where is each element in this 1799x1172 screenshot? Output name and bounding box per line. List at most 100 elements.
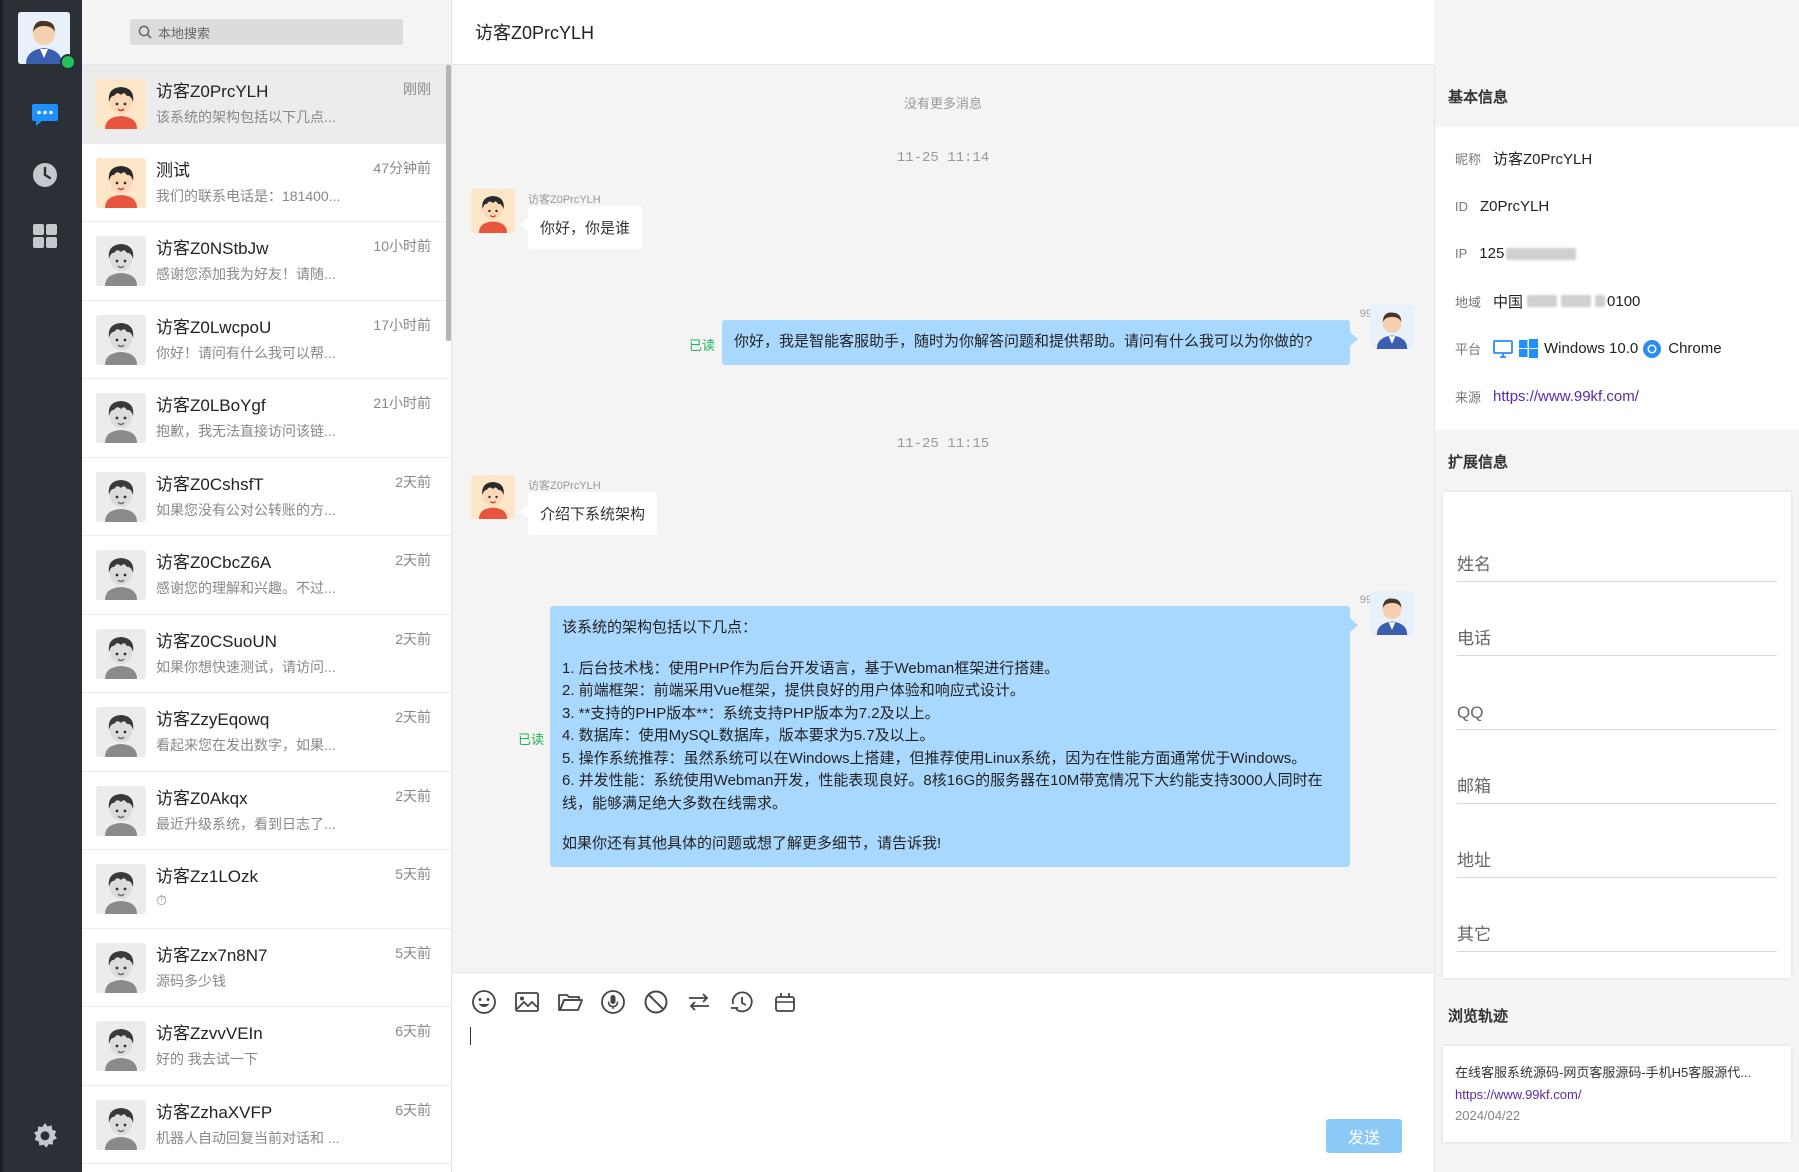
visitor-avatar [96, 314, 146, 365]
redacted-ip [1506, 247, 1577, 260]
ext-info-form: 姓名 电话 QQ 邮箱 地址 其它 [1443, 492, 1791, 978]
browse-track-item[interactable]: 在线客服系统源码-网页客服源码-手机H5客服源代... https://www.… [1443, 1046, 1791, 1142]
track-page-title: 在线客服系统源码-网页客服源码-手机H5客服源代... [1455, 1065, 1752, 1080]
conversation-preview: 机器人自动回复当前对话和 ... [156, 1129, 340, 1146]
nickname-label: 昵称 [1455, 152, 1482, 168]
conversation-time: 5天前 [395, 866, 431, 882]
source-row: 来源 https://www.99kf.com/ [1435, 373, 1799, 421]
message-bubble[interactable]: 你好，我是智能客服助手，随时为你解答问题和提供帮助。请问有什么我可以为你做的? [722, 320, 1358, 365]
conversation-name: 访客ZzyEqowq [156, 710, 270, 729]
email-field[interactable]: 邮箱 [1457, 730, 1777, 804]
redacted-region [1527, 295, 1558, 308]
search-placeholder: 本地搜索 [158, 25, 211, 41]
conversation-item[interactable]: 访客Zz1LOzk 5天前 ⏱ [82, 850, 451, 929]
conversation-item[interactable]: 访客Z0Akqx 2天前 最近升级系统，看到日志了... [82, 772, 451, 850]
chrome-icon [1643, 339, 1662, 358]
conversation-item[interactable]: 访客Z0CshsfT 2天前 如果您没有公对公转账的方... [82, 458, 451, 536]
desktop-icon [1493, 339, 1513, 358]
folder-icon[interactable] [555, 987, 585, 1017]
visitor-avatar [96, 942, 146, 993]
conversation-list: 本地搜索 访客Z0PrcYLH 刚刚 该系统的架构包括以下几点... 测试 47分钟前我… [82, 0, 452, 1172]
search-input[interactable]: 本地搜索 [130, 19, 403, 45]
conversation-preview: ⏱ [156, 892, 167, 908]
conversation-item[interactable]: 访客Zzx7n8N7 5天前 源码多少钱 [82, 929, 451, 1007]
message-bubble[interactable]: 你好，你是谁 [519, 206, 643, 249]
address-field[interactable]: 地址 [1457, 804, 1777, 878]
conversation-item[interactable]: 访客Z0NStbJw 10小时前 感谢您添加我为好友！请随... [82, 222, 451, 301]
conversation-time: 2天前 [395, 630, 431, 647]
timestamp: 11-25 11:14 [896, 150, 990, 166]
emoji-icon[interactable] [469, 987, 499, 1017]
visitor-avatar [471, 475, 515, 519]
message-bubble[interactable]: 介绍下系统架构 [519, 492, 658, 535]
conversation-name: 访客Z0LwcpoU [156, 317, 272, 337]
region-suffix: 0100 [1607, 292, 1641, 310]
source-link[interactable]: https://www.99kf.com/ [1493, 388, 1639, 405]
robot-icon[interactable] [770, 987, 800, 1017]
conversation-name: 访客ZzhaXVFP [156, 1102, 273, 1122]
message-line: 6. 并发性能：系统使用Webman开发，性能表现良好。8核16G的服务器在10… [562, 772, 1323, 812]
conversation-name: 访客Z0CbcZ6A [156, 553, 272, 572]
history-clock-icon[interactable] [30, 160, 60, 190]
conversation-preview: 你好！请问有什么我可以帮... [156, 344, 336, 361]
id-value: Z0PrcYLH [1480, 197, 1550, 215]
conversation-preview: 我们的联系电话是：181400... [156, 187, 341, 204]
visitor-avatar [96, 1021, 146, 1071]
conversation-item[interactable]: 访客ZzyEqowq 2天前 看起来您在发出数字，如果... [82, 693, 451, 772]
phone-field[interactable]: 电话 [1457, 582, 1777, 656]
conversation-time: 2天前 [395, 552, 431, 568]
agent-avatar[interactable] [18, 12, 76, 70]
apps-grid-icon[interactable] [30, 221, 60, 251]
message-line: 4. 数据库：使用MySQL数据库，版本要求为5.7及以上。 [562, 727, 935, 744]
message-line: 3. **支持的PHP版本**：系统支持PHP版本为7.2及以上。 [562, 704, 940, 722]
microphone-icon[interactable] [598, 987, 628, 1017]
conversation-item[interactable]: 访客ZzhaXVFP 6天前 机器人自动回复当前对话和 ... [82, 1086, 451, 1164]
settings-gear-icon[interactable] [30, 1121, 60, 1151]
conversation-item[interactable]: 访客Z0PrcYLH 刚刚 该系统的架构包括以下几点... [82, 65, 451, 144]
no-more-messages[interactable]: 没有更多消息 [452, 93, 1434, 112]
transfer-icon[interactable] [684, 987, 714, 1017]
visitor-avatar [96, 628, 146, 679]
conversation-list-scrollbar[interactable] [446, 65, 451, 341]
conversation-name: 访客Z0NStbJw [156, 239, 269, 258]
os-value: Windows 10.0 [1544, 340, 1639, 358]
track-url[interactable]: https://www.99kf.com/ [1455, 1087, 1779, 1102]
conversation-time: 2天前 [395, 709, 431, 725]
conversation-item[interactable]: 访客Z0CSuoUN 2天前 如果你想快速测试，请访问... [82, 615, 451, 693]
timestamp: 11-25 11:15 [896, 436, 990, 452]
id-row: ID Z0PrcYLH [1435, 183, 1799, 231]
visitor-info-panel: 基本信息 昵称 访客Z0PrcYLH ID Z0PrcYLH IP 125 地域 中国 0… [1434, 65, 1799, 1172]
send-button[interactable]: 发送 [1326, 1119, 1402, 1153]
conversation-item[interactable]: 访客Z0LwcpoU 17小时前 你好！请问有什么我可以帮... [82, 301, 451, 379]
conversation-preview: 如果你想快速测试，请访问... [156, 658, 336, 675]
source-label: 来源 [1455, 389, 1482, 405]
basic-info: 昵称 访客Z0PrcYLH ID Z0PrcYLH IP 125 地域 中国 0100 平… [1435, 127, 1799, 430]
conversation-item[interactable]: 测试 47分钟前 我们的联系电话是：181400... [82, 144, 451, 222]
chat-icon[interactable] [30, 100, 60, 130]
block-icon[interactable] [641, 987, 671, 1017]
conversation-name: 访客Zz1LOzk [156, 867, 259, 886]
conversation-preview: 如果您没有公对公转账的方... [156, 501, 336, 518]
ip-prefix: 125 [1479, 245, 1505, 263]
visitor-avatar [96, 864, 146, 914]
conversation-item[interactable]: 访客Z0LBoYgf 21小时前 抱歉，我无法直接访问该链... [82, 379, 451, 458]
chat-panel: 访客Z0PrcYLH 没有更多消息 11-25 11:14 访客Z0PrcYLH… [452, 0, 1434, 1172]
conversation-time: 6天前 [395, 1023, 431, 1039]
conversation-item[interactable]: 访客ZzvvVEIn 6天前 好的 我去试一下 [82, 1007, 451, 1086]
message-bubble[interactable]: 该系统的架构包括以下几点： 1. 后台技术栈：使用PHP作为后台开发语言，基于W… [550, 606, 1358, 867]
image-icon[interactable] [512, 987, 542, 1017]
visitor-avatar [96, 471, 146, 522]
basic-info-title: 基本信息 [1435, 65, 1799, 127]
visitor-avatar [96, 707, 146, 757]
history-icon[interactable] [727, 987, 757, 1017]
other-field[interactable]: 其它 [1457, 878, 1777, 952]
sender-name: 访客Z0PrcYLH [528, 480, 601, 492]
name-field[interactable]: 姓名 [1457, 508, 1777, 582]
region-row: 地域 中国 0100 [1435, 278, 1799, 326]
qq-field[interactable]: QQ [1457, 656, 1777, 730]
conversation-time: 21小时前 [373, 395, 431, 411]
conversation-item[interactable]: 访客Z0CbcZ6A 2天前 感谢您的理解和兴趣。不过... [82, 536, 451, 615]
conversation-preview: 感谢您添加我为好友！请随... [156, 266, 336, 282]
redacted-region [1595, 295, 1606, 308]
message-input-caret[interactable] [470, 1027, 471, 1045]
